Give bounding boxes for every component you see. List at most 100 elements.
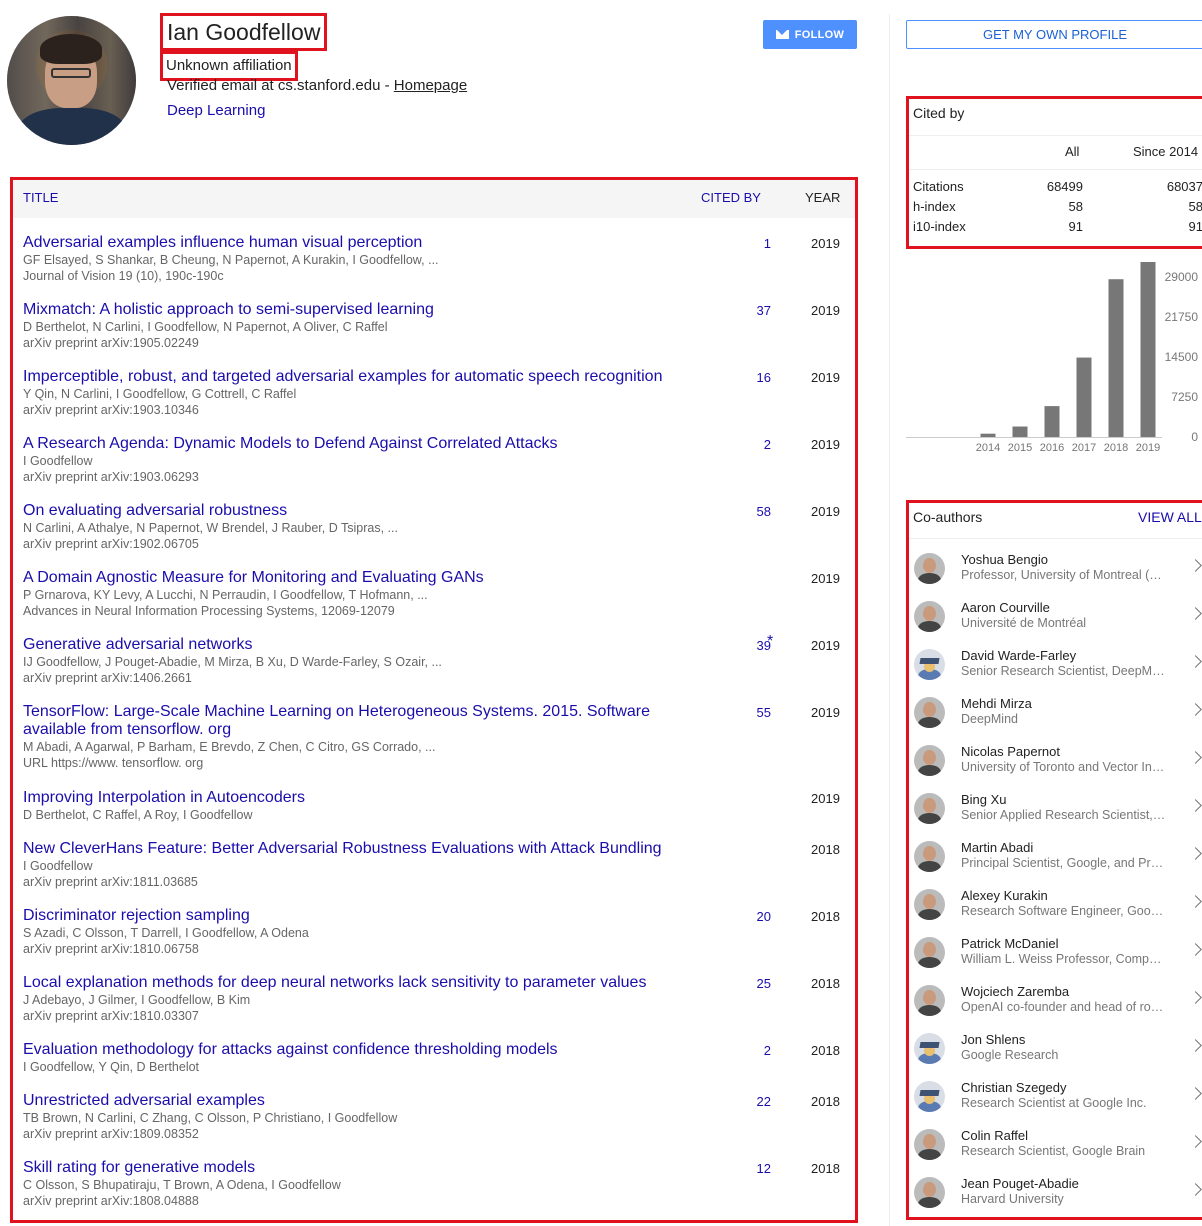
cited-by-count-link[interactable]: 58 xyxy=(691,504,771,519)
coauthor-name-link[interactable]: Nicolas Papernot xyxy=(961,744,1060,759)
cited-by-count-link[interactable]: 55 xyxy=(691,705,771,720)
cited-by-count-link[interactable]: 2 xyxy=(691,437,771,452)
coauthor-name-link[interactable]: Alexey Kurakin xyxy=(961,888,1048,903)
bar-2015[interactable] xyxy=(1012,426,1028,437)
publication-title-link[interactable]: Local explanation methods for deep neura… xyxy=(23,974,673,992)
publication-title-link[interactable]: Mixmatch: A holistic approach to semi-su… xyxy=(23,301,673,319)
column-divider xyxy=(889,14,890,1226)
coauthor-avatar xyxy=(914,985,945,1016)
coauthor-name-link[interactable]: Wojciech Zaremba xyxy=(961,984,1069,999)
merged-citation-star[interactable]: * xyxy=(767,633,773,651)
coauthor-name-link[interactable]: Jon Shlens xyxy=(961,1032,1025,1047)
publication-authors: S Azadi, C Olsson, T Darrell, I Goodfell… xyxy=(23,926,309,940)
bar-2019[interactable] xyxy=(1140,262,1156,437)
publication-title-link[interactable]: Skill rating for generative models xyxy=(23,1159,673,1177)
bar-2017[interactable] xyxy=(1076,357,1092,437)
bar-2016[interactable] xyxy=(1044,406,1060,437)
publication-title-link[interactable]: Adversarial examples influence human vis… xyxy=(23,234,673,252)
chevron-right-icon[interactable] xyxy=(1189,607,1202,620)
chevron-right-icon[interactable] xyxy=(1189,799,1202,812)
sort-by-title[interactable]: TITLE xyxy=(23,190,58,205)
coauthor-avatar xyxy=(914,793,945,824)
cited-by-count-link[interactable]: 1 xyxy=(691,236,771,251)
cited-by-count-link[interactable]: 12 xyxy=(691,1161,771,1176)
chevron-right-icon[interactable] xyxy=(1189,991,1202,1004)
cited-by-count-link[interactable]: 22 xyxy=(691,1094,771,1109)
coauthor-affiliation: Université de Montréal xyxy=(961,616,1087,630)
coauthor-item[interactable]: Yoshua Bengio Professor, University of Mo… xyxy=(914,552,1202,596)
coauthor-item[interactable]: Jean Pouget-Abadie Harvard University xyxy=(914,1176,1202,1220)
coauthor-item[interactable]: Christian Szegedy Research Scientist at G… xyxy=(914,1080,1202,1124)
coauthor-name-link[interactable]: Yoshua Bengio xyxy=(961,552,1048,567)
metric-all: 58 xyxy=(1068,199,1083,214)
publication-title-link[interactable]: Evaluation methodology for attacks again… xyxy=(23,1041,673,1059)
coauthor-affiliation: Principal Scientist, Google, and Profess… xyxy=(961,856,1166,870)
chevron-right-icon[interactable] xyxy=(1189,559,1202,572)
research-interest-link[interactable]: Deep Learning xyxy=(167,101,265,121)
cited-by-count-link[interactable]: 2 xyxy=(691,1043,771,1058)
coauthor-name-link[interactable]: Mehdi Mirza xyxy=(961,696,1032,711)
chevron-right-icon[interactable] xyxy=(1189,1135,1202,1148)
coauthor-name-link[interactable]: Colin Raffel xyxy=(961,1128,1028,1143)
chevron-right-icon[interactable] xyxy=(1189,847,1202,860)
coauthor-name-link[interactable]: Patrick McDaniel xyxy=(961,936,1059,951)
publication-title-link[interactable]: Generative adversarial networks xyxy=(23,636,673,654)
coauthor-item[interactable]: Aaron Courville Université de Montréal xyxy=(914,600,1202,644)
publication-title-link[interactable]: On evaluating adversarial robustness xyxy=(23,502,673,520)
coauthor-item[interactable]: Wojciech Zaremba OpenAI co-founder and he… xyxy=(914,984,1202,1028)
publication-year: 2019 xyxy=(811,791,840,806)
coauthor-item[interactable]: Colin Raffel Research Scientist, Google B… xyxy=(914,1128,1202,1172)
coauthor-name-link[interactable]: Martin Abadi xyxy=(961,840,1033,855)
coauthor-item[interactable]: Mehdi Mirza DeepMind xyxy=(914,696,1202,740)
sort-by-year[interactable]: YEAR xyxy=(805,190,840,205)
chevron-right-icon[interactable] xyxy=(1189,1087,1202,1100)
cited-by-count-link[interactable]: 20 xyxy=(691,909,771,924)
coauthor-name-link[interactable]: David Warde-Farley xyxy=(961,648,1076,663)
table-row: Evaluation methodology for attacks again… xyxy=(23,1041,853,1075)
publication-title-link[interactable]: Discriminator rejection sampling xyxy=(23,907,673,925)
coauthor-item[interactable]: Jon Shlens Google Research xyxy=(914,1032,1202,1076)
get-my-own-profile-button[interactable]: GET MY OWN PROFILE xyxy=(906,20,1202,49)
cited-by-title: Cited by xyxy=(913,105,965,121)
chevron-right-icon[interactable] xyxy=(1189,943,1202,956)
chevron-right-icon[interactable] xyxy=(1189,1183,1202,1196)
bar-2014[interactable] xyxy=(980,433,996,437)
coauthor-avatar xyxy=(914,889,945,920)
homepage-link[interactable]: Homepage xyxy=(394,77,467,94)
metric-since: 58 xyxy=(1188,199,1202,214)
cited-by-count-link[interactable]: 25 xyxy=(691,976,771,991)
publication-title-link[interactable]: TensorFlow: Large-Scale Machine Learning… xyxy=(23,703,673,739)
publication-title-link[interactable]: Unrestricted adversarial examples xyxy=(23,1092,673,1110)
coauthor-item[interactable]: Patrick McDaniel William L. Weiss Profess… xyxy=(914,936,1202,980)
coauthor-name-link[interactable]: Bing Xu xyxy=(961,792,1007,807)
chevron-right-icon[interactable] xyxy=(1189,751,1202,764)
publication-title-link[interactable]: New CleverHans Feature: Better Adversari… xyxy=(23,840,673,858)
publication-title-link[interactable]: A Research Agenda: Dynamic Models to Def… xyxy=(23,435,673,453)
coauthor-item[interactable]: Alexey Kurakin Research Software Engineer… xyxy=(914,888,1202,932)
bar-2018[interactable] xyxy=(1108,279,1124,437)
coauthor-name-link[interactable]: Christian Szegedy xyxy=(961,1080,1067,1095)
coauthor-affiliation: Harvard University xyxy=(961,1192,1064,1206)
chevron-right-icon[interactable] xyxy=(1189,895,1202,908)
chevron-right-icon[interactable] xyxy=(1189,655,1202,668)
cited-by-count-link[interactable]: 39 xyxy=(691,638,771,653)
view-all-coauthors-link[interactable]: VIEW ALL xyxy=(1138,509,1202,525)
chevron-right-icon[interactable] xyxy=(1189,1039,1202,1052)
publication-title-link[interactable]: Imperceptible, robust, and targeted adve… xyxy=(23,368,673,386)
coauthor-name-link[interactable]: Aaron Courville xyxy=(961,600,1050,615)
coauthor-item[interactable]: Martin Abadi Principal Scientist, Google,… xyxy=(914,840,1202,884)
coauthor-name-link[interactable]: Jean Pouget-Abadie xyxy=(961,1176,1079,1191)
coauthor-item[interactable]: Nicolas Papernot University of Toronto an… xyxy=(914,744,1202,788)
coauthor-item[interactable]: David Warde-Farley Senior Research Scient… xyxy=(914,648,1202,692)
coauthor-item[interactable]: Bing Xu Senior Applied Research Scientist… xyxy=(914,792,1202,836)
sort-by-cited[interactable]: CITED BY xyxy=(701,190,761,205)
chevron-right-icon[interactable] xyxy=(1189,703,1202,716)
cited-by-count-link[interactable]: 16 xyxy=(691,370,771,385)
follow-button[interactable]: FOLLOW xyxy=(763,20,857,49)
x-tick-label: 2014 xyxy=(976,442,1000,454)
cited-by-count-link[interactable]: 37 xyxy=(691,303,771,318)
coauthor-affiliation: Professor, University of Montreal (Mila,… xyxy=(961,568,1166,582)
table-header: TITLE CITED BY YEAR xyxy=(13,180,855,218)
publication-title-link[interactable]: Improving Interpolation in Autoencoders xyxy=(23,789,673,807)
publication-title-link[interactable]: A Domain Agnostic Measure for Monitoring… xyxy=(23,569,673,587)
